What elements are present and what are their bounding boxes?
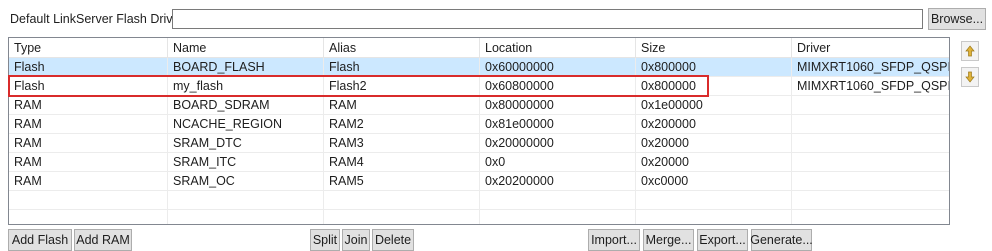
browse-button[interactable]: Browse... — [928, 8, 986, 30]
cell-size — [636, 210, 792, 224]
cell-size: 0x1e00000 — [636, 96, 792, 115]
column-header-type[interactable]: Type — [9, 38, 168, 58]
cell-location — [480, 191, 636, 210]
cell-size: 0x800000 — [636, 58, 792, 77]
column-header-size[interactable]: Size — [636, 38, 792, 58]
cell-type: RAM — [9, 153, 168, 172]
cell-type — [9, 191, 168, 210]
cell-name: SRAM_DTC — [168, 134, 324, 153]
memory-table: Type Name Alias Location Size Driver Fla… — [8, 37, 950, 225]
table-row[interactable]: RAM BOARD_SDRAM RAM 0x80000000 0x1e00000 — [9, 96, 949, 115]
cell-alias: RAM2 — [324, 115, 480, 134]
cell-name: my_flash — [168, 77, 324, 96]
table-row[interactable]: Flash BOARD_FLASH Flash 0x60000000 0x800000 M… — [9, 58, 949, 77]
cell-alias — [324, 210, 480, 224]
table-row[interactable]: RAM SRAM_OC RAM5 0x20200000 0xc0000 — [9, 172, 949, 191]
cell-name: BOARD_SDRAM — [168, 96, 324, 115]
table-row[interactable]: RAM SRAM_ITC RAM4 0x0 0x20000 — [9, 153, 949, 172]
cell-type — [9, 210, 168, 224]
cell-name: SRAM_OC — [168, 172, 324, 191]
cell-location: 0x20200000 — [480, 172, 636, 191]
cell-size: 0x20000 — [636, 153, 792, 172]
cell-driver — [792, 210, 949, 224]
cell-type: RAM — [9, 96, 168, 115]
cell-location: 0x60000000 — [480, 58, 636, 77]
cell-size: 0x20000 — [636, 134, 792, 153]
cell-location: 0x0 — [480, 153, 636, 172]
join-button[interactable]: Join — [342, 229, 370, 251]
table-header: Type Name Alias Location Size Driver — [9, 38, 949, 58]
cell-type: RAM — [9, 115, 168, 134]
cell-type: RAM — [9, 172, 168, 191]
cell-driver — [792, 96, 949, 115]
column-header-alias[interactable]: Alias — [324, 38, 480, 58]
cell-name: SRAM_ITC — [168, 153, 324, 172]
cell-size: 0x200000 — [636, 115, 792, 134]
cell-driver — [792, 153, 949, 172]
cell-alias: Flash2 — [324, 77, 480, 96]
cell-location — [480, 210, 636, 224]
cell-location: 0x60800000 — [480, 77, 636, 96]
export-button[interactable]: Export... — [697, 229, 748, 251]
move-up-icon — [965, 45, 975, 57]
cell-size — [636, 191, 792, 210]
flash-driver-input[interactable] — [172, 9, 923, 29]
cell-alias: RAM — [324, 96, 480, 115]
cell-location: 0x20000000 — [480, 134, 636, 153]
cell-type: Flash — [9, 77, 168, 96]
move-down-button[interactable] — [961, 67, 979, 87]
cell-alias: RAM3 — [324, 134, 480, 153]
delete-button[interactable]: Delete — [372, 229, 414, 251]
cell-name: NCACHE_REGION — [168, 115, 324, 134]
import-button[interactable]: Import... — [588, 229, 640, 251]
cell-driver: MIMXRT1060_SFDP_QSPI.... — [792, 58, 949, 77]
cell-driver: MIMXRT1060_SFDP_QSPI.... — [792, 77, 949, 96]
cell-driver — [792, 134, 949, 153]
cell-alias — [324, 191, 480, 210]
cell-alias: Flash — [324, 58, 480, 77]
merge-button[interactable]: Merge... — [643, 229, 694, 251]
table-row[interactable]: RAM NCACHE_REGION RAM2 0x81e00000 0x200000 — [9, 115, 949, 134]
cell-location: 0x80000000 — [480, 96, 636, 115]
move-up-button[interactable] — [961, 41, 979, 61]
add-flash-button[interactable]: Add Flash — [8, 229, 72, 251]
table-row[interactable]: Flash my_flash Flash2 0x60800000 0x800000 MIM… — [9, 77, 949, 96]
cell-name: BOARD_FLASH — [168, 58, 324, 77]
column-header-location[interactable]: Location — [480, 38, 636, 58]
generate-button[interactable]: Generate... — [750, 229, 813, 251]
flash-driver-label: Default LinkServer Flash Driver — [10, 12, 184, 26]
add-ram-button[interactable]: Add RAM — [74, 229, 132, 251]
cell-driver — [792, 115, 949, 134]
column-header-driver[interactable]: Driver — [792, 38, 949, 58]
split-button[interactable]: Split — [310, 229, 340, 251]
cell-location: 0x81e00000 — [480, 115, 636, 134]
cell-type: RAM — [9, 134, 168, 153]
cell-size: 0xc0000 — [636, 172, 792, 191]
table-row[interactable]: RAM SRAM_DTC RAM3 0x20000000 0x20000 — [9, 134, 949, 153]
cell-driver — [792, 172, 949, 191]
cell-type: Flash — [9, 58, 168, 77]
move-down-icon — [965, 71, 975, 83]
cell-size: 0x800000 — [636, 77, 792, 96]
cell-name — [168, 191, 324, 210]
cell-name — [168, 210, 324, 224]
cell-alias: RAM4 — [324, 153, 480, 172]
empty-table-row[interactable] — [9, 191, 949, 210]
cell-alias: RAM5 — [324, 172, 480, 191]
column-header-name[interactable]: Name — [168, 38, 324, 58]
empty-table-row[interactable] — [9, 210, 949, 224]
cell-driver — [792, 191, 949, 210]
